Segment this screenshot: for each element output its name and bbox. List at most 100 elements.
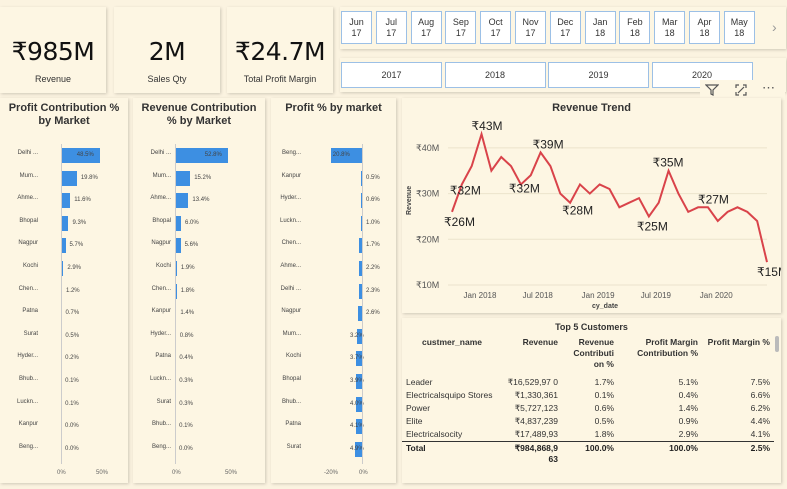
x-tick-label: Jan 2019 bbox=[582, 291, 615, 300]
year-slicer-item[interactable]: 2018 bbox=[444, 62, 546, 88]
category-label: Delhi ... bbox=[280, 285, 301, 292]
data-label: ₹43M bbox=[472, 119, 503, 133]
data-label: ₹15M bbox=[757, 265, 781, 279]
category-label: Nagpur bbox=[281, 308, 301, 315]
x-axis-label: cy_date bbox=[592, 303, 618, 310]
category-label: Bhub... bbox=[151, 421, 171, 428]
month-slicer-item[interactable]: Jul 17 bbox=[375, 11, 407, 44]
table-cell: 0.9% bbox=[678, 416, 698, 426]
month-slicer-item[interactable]: Aug 17 bbox=[410, 11, 442, 44]
bar[interactable] bbox=[61, 215, 69, 231]
axis-line bbox=[61, 144, 62, 465]
kpi-card-profit-margin[interactable]: ₹24.7M Total Profit Margin bbox=[227, 7, 333, 93]
data-label: 5.6% bbox=[184, 242, 199, 249]
category-label: Kanpur bbox=[281, 172, 301, 179]
data-label: ₹27M bbox=[698, 192, 729, 206]
month-label: Mar bbox=[661, 17, 678, 27]
category-label: Luckn... bbox=[149, 376, 171, 382]
data-label: 0.0% bbox=[65, 445, 79, 452]
profit-contribution-chart[interactable]: Profit Contribution % by Market Delhi ..… bbox=[0, 98, 128, 483]
y-tick-label: ₹30M bbox=[416, 189, 439, 199]
table-cell: Elite bbox=[406, 416, 423, 426]
category-label: Chen... bbox=[281, 240, 301, 247]
table-cell: 1.8% bbox=[594, 429, 614, 439]
bar[interactable] bbox=[61, 193, 71, 209]
table-cell: Power bbox=[406, 403, 431, 413]
table-row[interactable]: Electricalsquipo Stores ₹1,330,361 0.1% 0.4… bbox=[402, 389, 774, 402]
category-label: Mum... bbox=[152, 172, 171, 179]
data-label: 0.4% bbox=[179, 355, 194, 362]
month-slicer-item[interactable]: May 18 bbox=[723, 11, 755, 44]
data-label: ₹39M bbox=[533, 137, 564, 151]
table-row[interactable]: Electricalsocity ₹17,489,93 1.8% 2.9% 4.1% bbox=[402, 428, 774, 442]
profit-pct-chart[interactable]: Profit % by market Beng... 20.8% Kanpur 0.5… bbox=[271, 98, 396, 483]
column-header[interactable]: Revenue Contributi on % bbox=[562, 332, 618, 376]
table-cell: 5.1% bbox=[678, 377, 698, 387]
chart-title: Profit % by market bbox=[285, 102, 382, 114]
x-tick-label: Jul 2018 bbox=[523, 291, 554, 300]
table-scrollbar[interactable] bbox=[775, 336, 779, 352]
data-label: 0.3% bbox=[179, 378, 193, 384]
data-label: 1.4% bbox=[180, 310, 195, 317]
month-slicer-item[interactable]: Feb 18 bbox=[619, 11, 651, 44]
more-options-icon[interactable]: ⋯ bbox=[762, 80, 775, 96]
category-label: Ahme... bbox=[17, 195, 38, 202]
year-slicer-item[interactable]: 2019 bbox=[548, 62, 649, 88]
data-label: 0.5% bbox=[65, 332, 80, 339]
month-slicer-item[interactable]: Nov 17 bbox=[515, 11, 546, 44]
month-slicer-item[interactable]: Jan 18 bbox=[584, 11, 616, 44]
column-header[interactable]: Revenue bbox=[502, 332, 562, 376]
table-row[interactable]: Leader ₹16,529,97 0 1.7% 5.1% 7.5% bbox=[402, 376, 774, 389]
category-label: Nagpur bbox=[18, 240, 38, 247]
table-cell: Electricalsquipo Stores bbox=[406, 390, 493, 400]
column-header[interactable]: Profit Margin Contribution % bbox=[618, 332, 702, 376]
category-label: Patna bbox=[155, 353, 171, 360]
table-row[interactable]: Power ₹5,727,123 0.6% 1.4% 6.2% bbox=[402, 402, 774, 415]
category-label: Beng... bbox=[151, 443, 171, 450]
month-slicer-item[interactable]: Sep 17 bbox=[445, 11, 477, 44]
month-slicer-item[interactable]: Dec 17 bbox=[549, 11, 581, 44]
category-label: Luckn... bbox=[279, 217, 301, 224]
month-label: Oct bbox=[488, 17, 503, 27]
table-cell: 7.5% bbox=[750, 377, 770, 387]
axis-tick-label: -20% bbox=[324, 470, 339, 477]
month-slicer-item[interactable]: Mar 18 bbox=[654, 11, 686, 44]
year-label: 17 bbox=[560, 28, 571, 38]
data-label: 11.6% bbox=[74, 197, 91, 204]
filter-icon[interactable] bbox=[705, 83, 719, 97]
column-header[interactable]: custmer_name bbox=[402, 332, 502, 376]
year-label: 18 bbox=[664, 28, 675, 38]
month-slicer-item[interactable]: Apr 18 bbox=[689, 11, 720, 44]
month-label: Apr bbox=[697, 17, 712, 27]
data-label: ₹28M bbox=[562, 204, 593, 218]
month-label: Nov bbox=[522, 17, 539, 27]
month-slicer-item[interactable]: Oct 17 bbox=[480, 11, 512, 44]
data-label: 1.0% bbox=[366, 219, 380, 226]
revenue-trend-plot: ₹40M ₹30M ₹20M ₹10M Revenue Jan 2018 Jul 2018 J… bbox=[406, 119, 781, 310]
revenue-trend-chart[interactable]: Revenue Trend ₹40M ₹30M ₹20M ₹10M Revenue Jan… bbox=[402, 98, 781, 313]
table-cell: 4.4% bbox=[750, 416, 770, 426]
revenue-contribution-chart[interactable]: Revenue Contribution % by Market Delhi .… bbox=[133, 98, 265, 483]
category-label: Luckn... bbox=[16, 398, 38, 405]
kpi-card-sales-qty[interactable]: 2M Sales Qty bbox=[114, 7, 220, 93]
focus-mode-icon[interactable] bbox=[734, 83, 748, 97]
axis-line bbox=[175, 144, 176, 465]
top-customers-table-card[interactable]: Top 5 Customers custmer_name Revenue Reven… bbox=[402, 318, 781, 483]
category-label: Surat bbox=[23, 330, 38, 337]
year-slicer-item[interactable]: 2017 bbox=[341, 62, 442, 88]
data-label: 13.4% bbox=[192, 197, 210, 204]
bar[interactable] bbox=[61, 170, 77, 186]
month-label: Dec bbox=[557, 17, 574, 27]
x-tick-label: Jan 2018 bbox=[464, 291, 497, 300]
data-label: 2.3% bbox=[366, 287, 380, 294]
bar[interactable] bbox=[175, 193, 189, 209]
slicer-next-arrow[interactable]: › bbox=[772, 19, 777, 35]
category-label: Ahme... bbox=[150, 195, 171, 202]
column-header[interactable]: Profit Margin % bbox=[702, 332, 774, 376]
kpi-card-revenue[interactable]: ₹985M Revenue bbox=[0, 7, 106, 93]
bar[interactable] bbox=[175, 170, 191, 186]
table-row[interactable]: Elite ₹4,837,239 0.5% 0.9% 4.4% bbox=[402, 415, 774, 428]
month-slicer-item[interactable]: Jun 17 bbox=[341, 11, 372, 44]
category-label: Bhub... bbox=[281, 398, 301, 405]
data-label: 0.5% bbox=[366, 174, 380, 181]
